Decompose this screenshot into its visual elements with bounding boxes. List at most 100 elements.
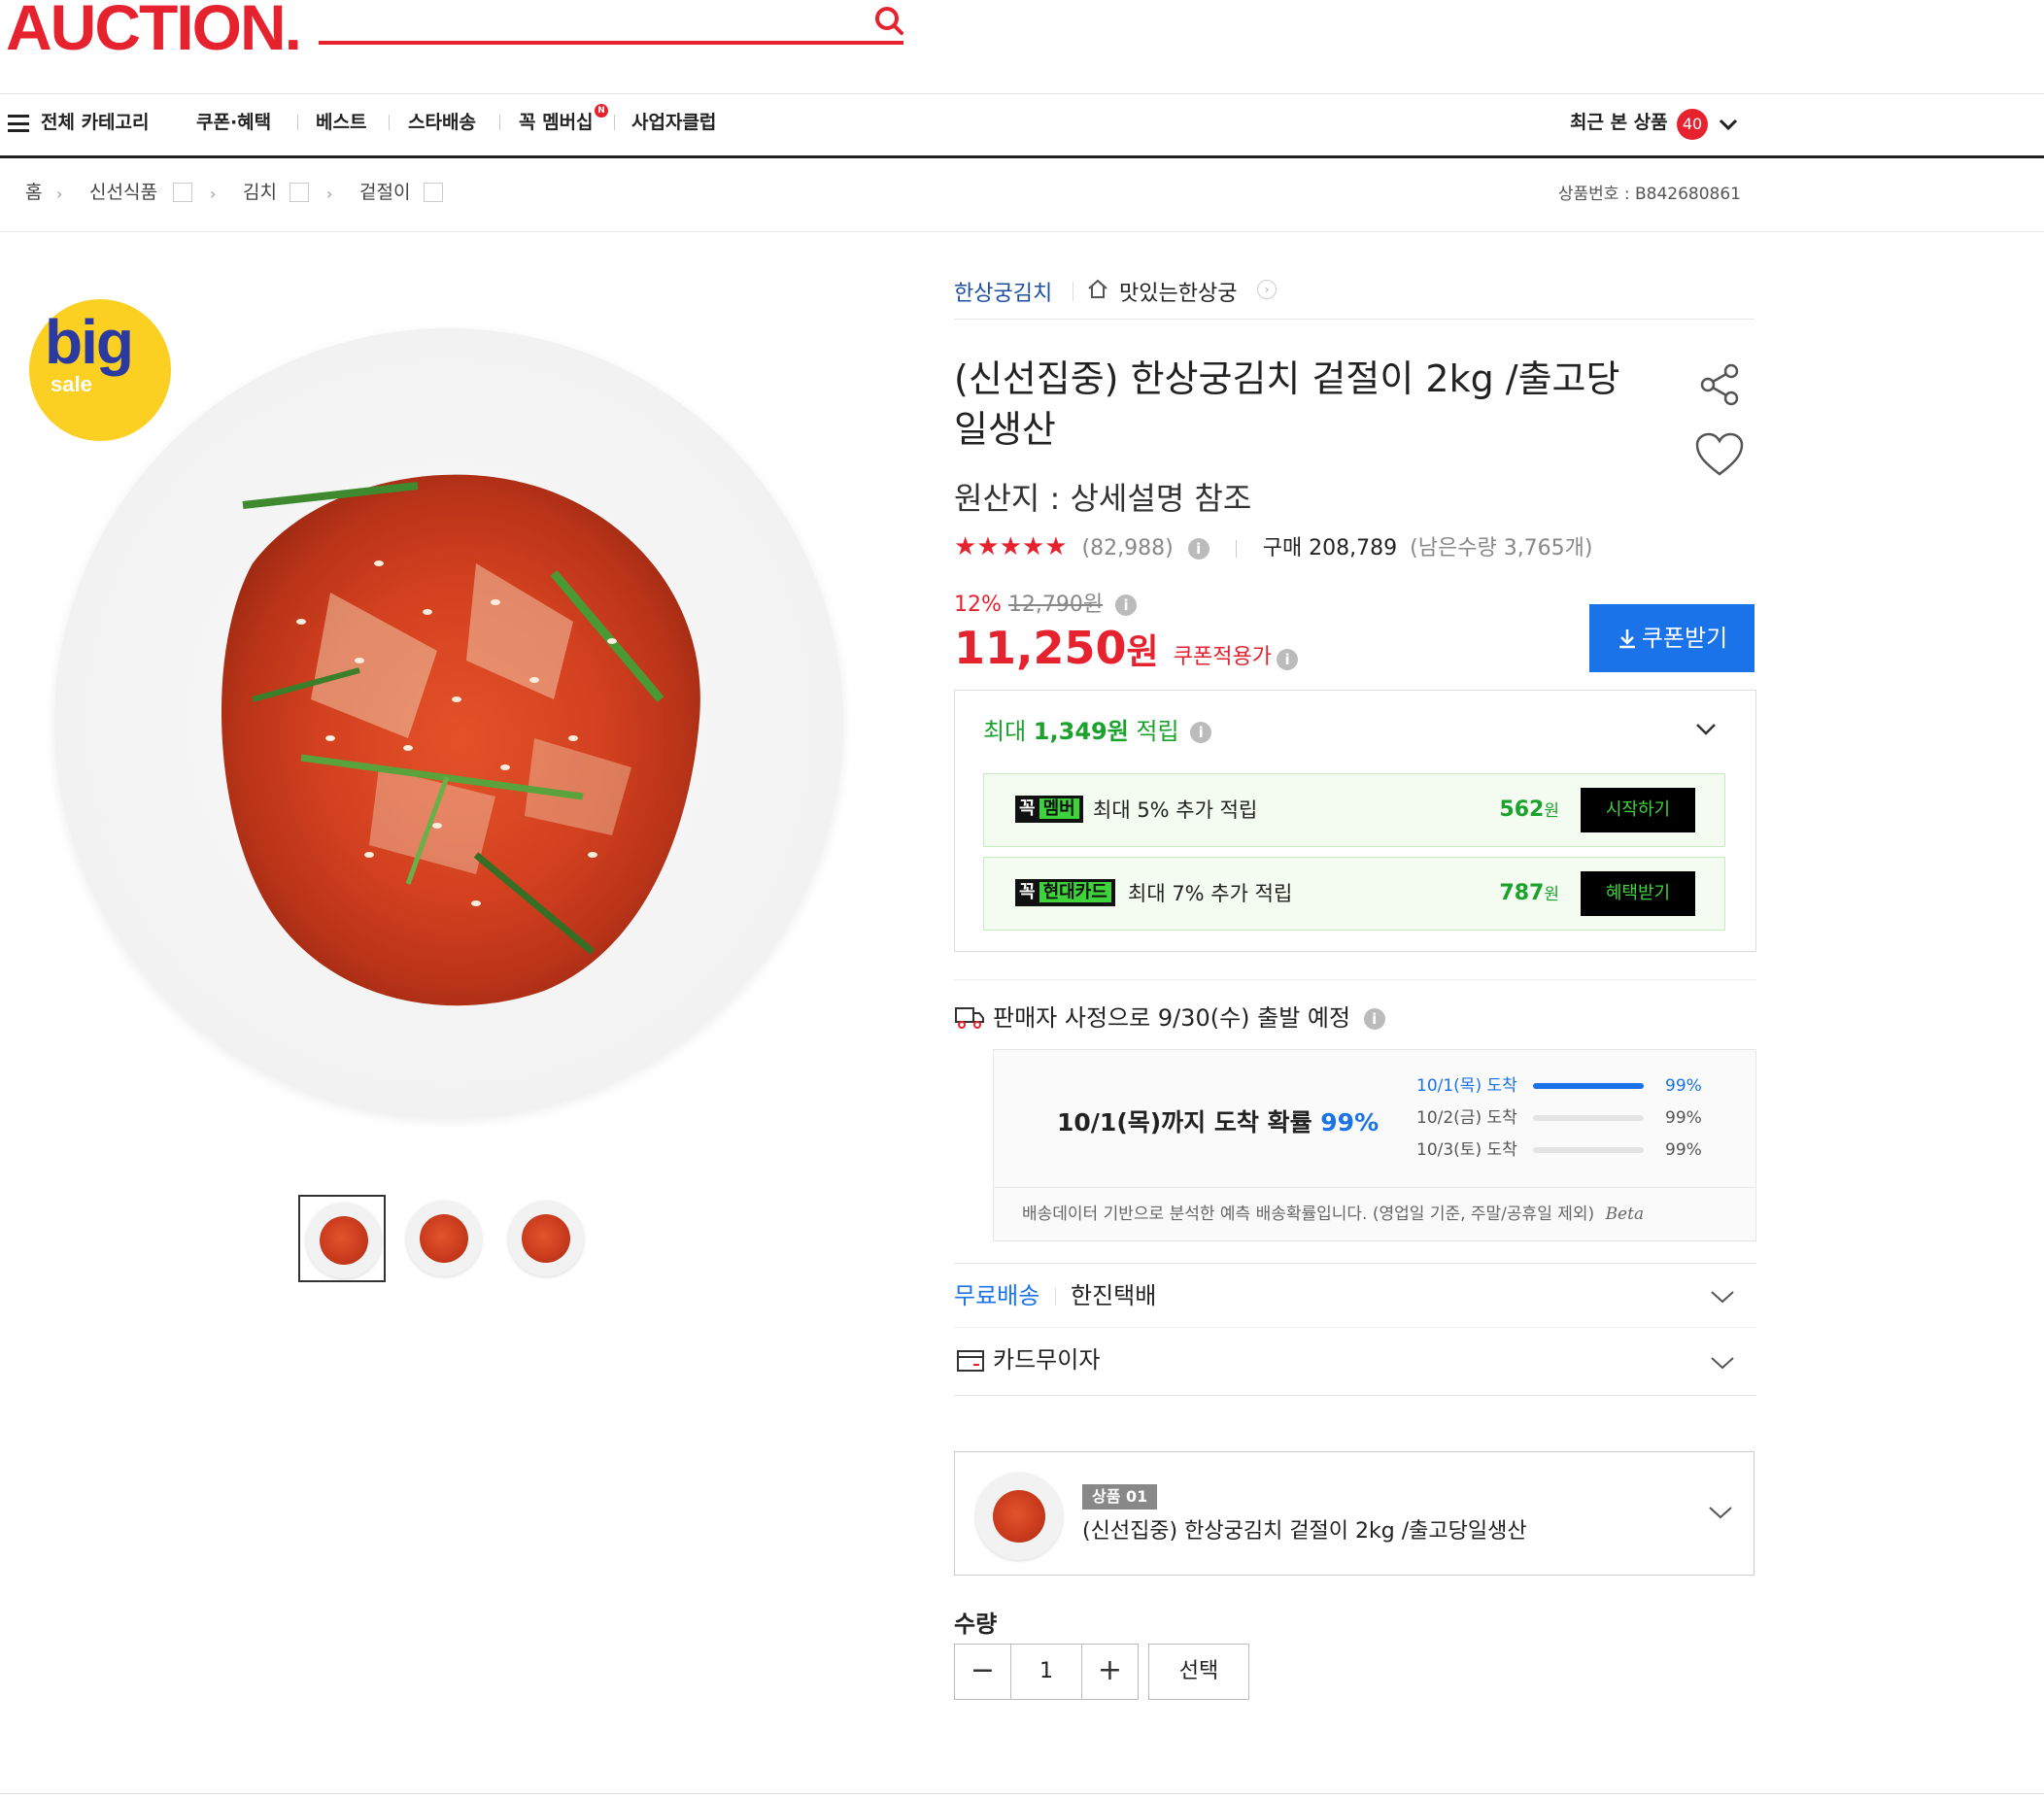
- store-name-link[interactable]: 맛있는한상궁: [1119, 276, 1237, 307]
- tag-black-text: 꼭: [1019, 882, 1036, 902]
- delivery-probability-headline: 10/1(목)까지 도착 확률 99%: [1057, 1103, 1379, 1138]
- rating-row: ★★★★★ (82,988) i 구매 208,789 (남은수량 3,765개…: [954, 532, 1593, 563]
- origin-label: 원산지 : 상세설명 참조: [954, 480, 1252, 517]
- chevron-down-icon[interactable]: [1708, 1504, 1733, 1521]
- delivery-date-label: 10/2(금) 도착: [1416, 1108, 1517, 1128]
- truck-icon: [955, 1007, 984, 1029]
- breadcrumb-home[interactable]: 홈: [25, 180, 42, 205]
- nav-all-categories[interactable]: 전체 카테고리: [41, 110, 150, 135]
- quantity-increase-button[interactable]: +: [1081, 1645, 1138, 1699]
- rating-stars: ★★★★★: [954, 532, 1068, 561]
- tag-green-text: 현대카드: [1039, 882, 1111, 902]
- chevron-down-icon[interactable]: [1694, 721, 1718, 738]
- courier-name: 한진택배: [1071, 1282, 1157, 1309]
- reward-amount: 787원: [1499, 879, 1559, 909]
- chevron-down-icon[interactable]: [1710, 1288, 1735, 1306]
- probability-percent: 99%: [1320, 1108, 1380, 1137]
- reward-text: 최대 5% 추가 적립: [1093, 798, 1258, 822]
- free-shipping-divider: [954, 1263, 1756, 1264]
- coupon-price-label: 쿠폰적용가: [1173, 645, 1272, 669]
- nav-item-membership[interactable]: 꼭 멤버십: [519, 110, 594, 135]
- breadcrumb-fresh-food[interactable]: 신선식품: [89, 180, 157, 205]
- chevron-down-icon[interactable]: [1710, 1354, 1735, 1372]
- breadcrumb-separator-icon: ›: [326, 185, 333, 203]
- heart-icon[interactable]: [1694, 431, 1745, 478]
- info-icon[interactable]: i: [1115, 594, 1138, 616]
- reward-amount-unit: 원: [1544, 885, 1559, 904]
- home-icon[interactable]: [1086, 278, 1109, 301]
- reward-title-prefix: 최대: [983, 718, 1034, 745]
- reward-title[interactable]: 최대 1,349원 적립 i: [983, 715, 1212, 748]
- store-brand-link[interactable]: 한상궁김치: [954, 276, 1052, 307]
- quantity-label: 수량: [954, 1611, 998, 1638]
- product-title: (신선집중) 한상궁김치 겉절이 2kg /출고당일생산: [954, 357, 1620, 451]
- shipping-divider: [954, 979, 1756, 980]
- reward-max-amount: 1,349원: [1033, 718, 1129, 745]
- start-membership-button[interactable]: 시작하기: [1581, 788, 1695, 832]
- delivery-probability-percent: 99%: [1665, 1140, 1702, 1160]
- auction-logo[interactable]: AUCTION.: [6, 0, 302, 59]
- hamburger-menu-icon[interactable]: [8, 115, 29, 132]
- reward-amount-value: 787: [1499, 881, 1545, 905]
- probability-note-text: 배송데이터 기반으로 분석한 예측 배송확률입니다. (영업일 기준, 주말/공…: [1022, 1205, 1595, 1224]
- nav-item-business-club[interactable]: 사업자클럽: [631, 110, 716, 135]
- breadcrumb-dropdown-icon[interactable]: [290, 183, 309, 202]
- product-number: 상품번호 : B842680861: [1557, 185, 1741, 204]
- delivery-probability-bar: [1533, 1115, 1644, 1121]
- recent-items-label[interactable]: 최근 본 상품: [1570, 110, 1668, 135]
- header-divider: [0, 93, 2044, 94]
- quantity-decrease-button[interactable]: −: [955, 1645, 1011, 1699]
- nav-item-best[interactable]: 베스트: [316, 110, 366, 135]
- option-select[interactable]: [954, 1451, 1754, 1576]
- breadcrumb-dropdown-icon[interactable]: [173, 183, 192, 202]
- coupon-download-button[interactable]: 쿠폰받기: [1589, 604, 1754, 672]
- reward-text: 최대 7% 추가 적립: [1128, 882, 1293, 905]
- probability-text: 10/1(목)까지 도착 확률: [1057, 1108, 1321, 1137]
- discount-percent: 12%: [954, 593, 1002, 617]
- tag-green-text: 멤버: [1039, 798, 1079, 819]
- delivery-probability-bar: [1533, 1147, 1644, 1153]
- info-icon[interactable]: i: [1190, 722, 1212, 743]
- probability-note: 배송데이터 기반으로 분석한 예측 배송확률입니다. (영업일 기준, 주말/공…: [1022, 1203, 1644, 1226]
- select-button[interactable]: 선택: [1148, 1644, 1249, 1700]
- rating-separator: [1235, 540, 1237, 558]
- thumbnail-1[interactable]: [298, 1195, 386, 1282]
- recent-items-count-badge: 40: [1677, 109, 1708, 140]
- search-input[interactable]: [319, 41, 903, 45]
- review-count[interactable]: (82,988): [1082, 536, 1174, 560]
- delivery-probability-percent: 99%: [1665, 1076, 1702, 1096]
- shipping-notice: 판매자 사정으로 9/30(수) 출발 예정 i: [993, 1002, 1385, 1034]
- thumbnail-2[interactable]: [400, 1195, 488, 1282]
- nav-separator: [389, 115, 390, 130]
- big-sale-sale-text: sale: [51, 372, 92, 396]
- free-shipping-separator: [1055, 1288, 1056, 1306]
- info-icon[interactable]: i: [1277, 648, 1299, 670]
- delivery-probability-fill: [1533, 1083, 1644, 1089]
- quantity-input[interactable]: 1: [1011, 1645, 1081, 1699]
- breadcrumb-separator-icon: ›: [56, 185, 63, 203]
- chevron-down-icon[interactable]: [1718, 117, 1739, 132]
- breadcrumb-dropdown-icon[interactable]: [424, 183, 443, 202]
- sale-price: 11,250: [954, 622, 1127, 674]
- nav-item-star-delivery[interactable]: 스타배송: [408, 110, 476, 135]
- nav-item-coupon-benefits[interactable]: 쿠폰·혜택: [196, 110, 271, 135]
- chevron-right-icon[interactable]: ›: [1257, 280, 1277, 299]
- card-divider: [954, 1327, 1756, 1328]
- info-icon[interactable]: i: [1187, 538, 1209, 560]
- breadcrumb-geotjeori[interactable]: 겉절이: [359, 180, 410, 205]
- share-icon[interactable]: [1696, 361, 1743, 408]
- breadcrumb-kimchi[interactable]: 김치: [243, 180, 277, 205]
- delivery-probability-bar: [1533, 1083, 1644, 1089]
- get-benefit-button[interactable]: 혜택받기: [1581, 871, 1695, 916]
- reward-amount: 562원: [1499, 796, 1559, 826]
- thumbnail-3[interactable]: [502, 1195, 590, 1282]
- option-tag: 상품 01: [1082, 1484, 1158, 1510]
- shipping-notice-text: 판매자 사정으로 9/30(수) 출발 예정: [993, 1004, 1351, 1032]
- search-icon[interactable]: [870, 2, 909, 41]
- original-price: 12,790원: [1007, 593, 1104, 617]
- reward-amount-unit: 원: [1544, 801, 1559, 821]
- big-sale-big-text: big: [45, 307, 134, 377]
- info-icon[interactable]: i: [1363, 1008, 1385, 1030]
- breadcrumb-separator-icon: ›: [210, 185, 217, 203]
- kimchi-image: [221, 474, 700, 1006]
